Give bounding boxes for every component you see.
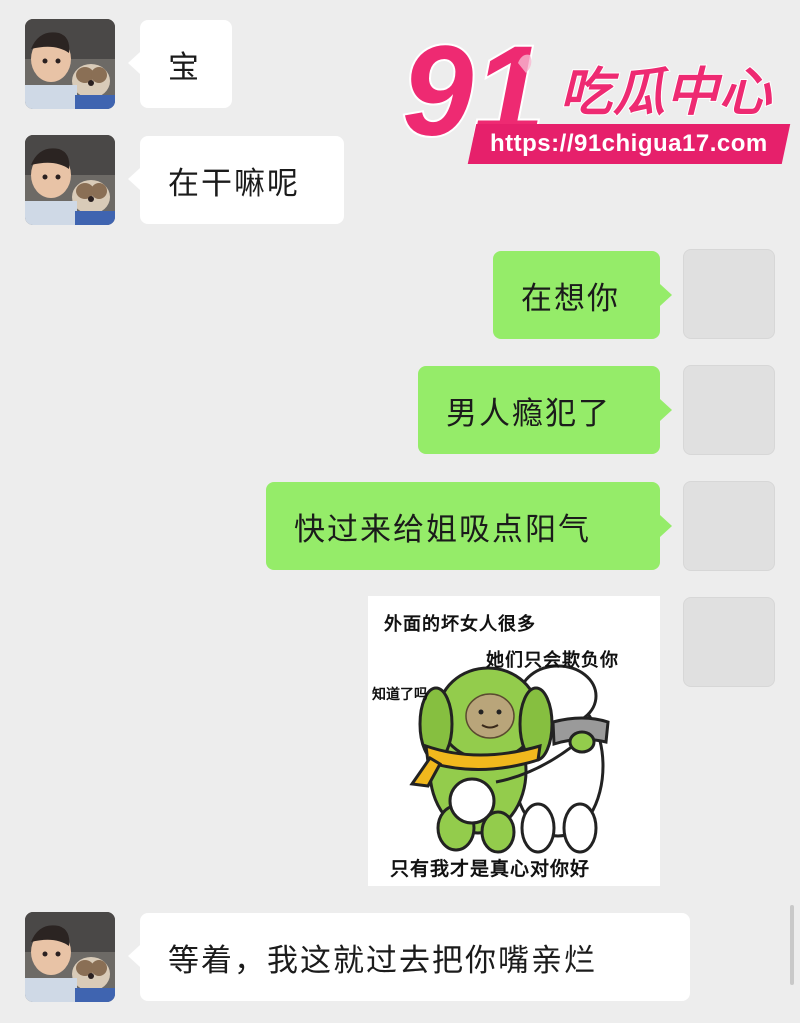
- contact-avatar[interactable]: [25, 19, 115, 109]
- avatar-photo-icon: [25, 135, 115, 225]
- message-bubble-incoming[interactable]: 宝: [128, 20, 232, 108]
- message-text: 在干嘛呢: [168, 165, 300, 202]
- message-bubble-incoming[interactable]: 等着，我这就过去把你嘴亲烂: [128, 913, 690, 1001]
- message-bubble-outgoing[interactable]: 男人瘾犯了: [418, 366, 672, 454]
- avatar-photo-icon: [25, 19, 115, 109]
- self-avatar[interactable]: [683, 481, 775, 571]
- self-avatar[interactable]: [683, 249, 775, 339]
- message-bubble-outgoing[interactable]: 快过来给姐吸点阳气: [266, 482, 672, 570]
- watermark-url: https://91chigua17.com: [490, 130, 768, 157]
- sticker-caption: 只有我才是真心对你好: [390, 858, 591, 880]
- sticker-side-text: 知道了吗: [372, 687, 428, 703]
- message-text: 等着，我这就过去把你嘴亲烂: [168, 942, 597, 979]
- chat-screen: 宝 在干嘛呢 在想你 男人瘾犯了 快过来给姐吸点阳气 外面的坏女人很多 她们只会…: [0, 0, 800, 1023]
- self-avatar[interactable]: [683, 597, 775, 687]
- contact-avatar[interactable]: [25, 912, 115, 1002]
- hugging-dogs-sticker-icon: [409, 664, 610, 854]
- message-bubble-incoming[interactable]: 在干嘛呢: [128, 136, 344, 224]
- avatar-photo-icon: [25, 912, 115, 1002]
- message-text: 宝: [168, 49, 201, 86]
- message-text: 在想你: [521, 280, 620, 317]
- watermark-url-badge: https://91chigua17.com: [467, 124, 790, 164]
- contact-avatar[interactable]: [25, 135, 115, 225]
- sticker-text-line2: 她们只会欺负你: [486, 650, 619, 671]
- self-avatar[interactable]: [683, 365, 775, 455]
- scrollbar[interactable]: [790, 905, 794, 985]
- message-text: 快过来给姐吸点阳气: [294, 511, 591, 548]
- watermark-brand: 吃瓜中心: [559, 62, 773, 124]
- message-bubble-outgoing[interactable]: 在想你: [493, 251, 672, 339]
- message-text: 男人瘾犯了: [446, 395, 611, 432]
- sticker-text-line1: 外面的坏女人很多: [384, 614, 536, 635]
- sticker-message[interactable]: 外面的坏女人很多 她们只会欺负你 知道了吗 只有我才是真心对你好: [368, 596, 660, 886]
